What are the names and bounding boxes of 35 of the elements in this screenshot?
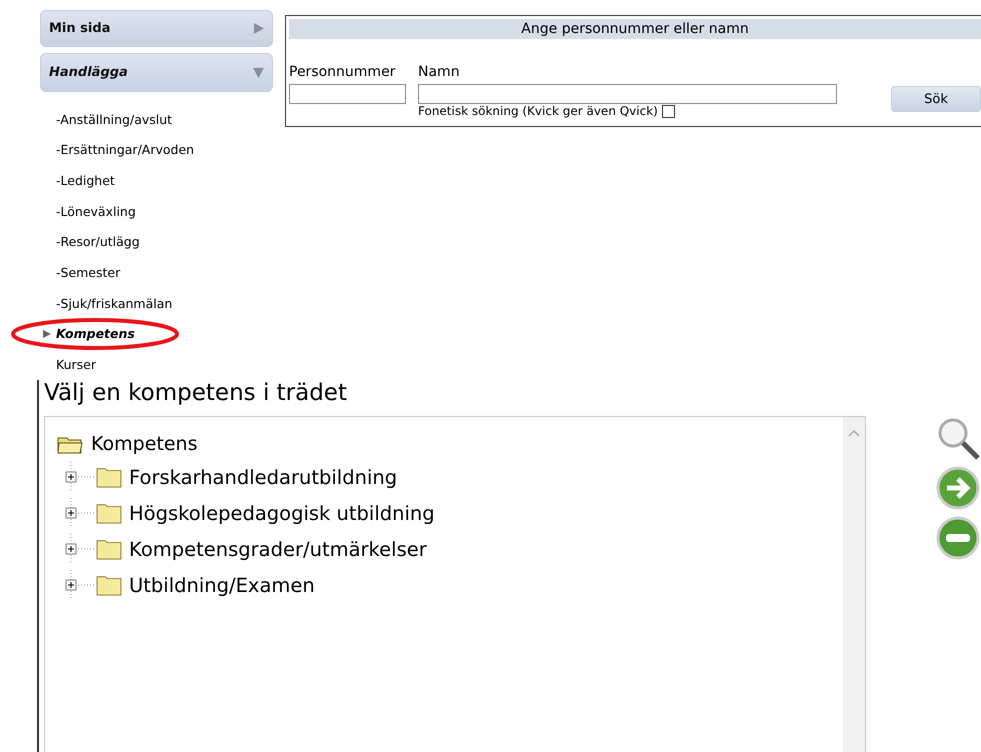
- arrow-right-icon[interactable]: [936, 466, 980, 510]
- tree-node[interactable]: Forskarhandledarutbildning: [129, 466, 398, 488]
- right-triangle-icon: [253, 23, 264, 34]
- menu-item-link[interactable]: -Resor/utlägg: [56, 234, 140, 250]
- tree-node[interactable]: Kompetensgrader/utmärkelser: [129, 538, 427, 560]
- menu-item-link[interactable]: -Sjuk/friskanmälan: [56, 296, 172, 311]
- field-label: Personnummer: [289, 64, 396, 82]
- menu-item-link[interactable]: -Semester: [56, 265, 120, 280]
- menu-item-link[interactable]: -Löneväxling: [56, 204, 136, 219]
- tree-node[interactable]: Utbildning/Examen: [129, 574, 315, 596]
- menu-item-link[interactable]: Kurser: [56, 357, 96, 372]
- tree-heading: Välj en kompetens i trädet: [44, 380, 348, 408]
- checkbox[interactable]: [662, 104, 675, 118]
- tree-node[interactable]: Högskolepedagogisk utbildning: [129, 502, 435, 524]
- right-triangle-icon: [43, 330, 51, 338]
- down-triangle-icon: [253, 66, 264, 78]
- panel-title: Ange personnummer eller namn: [289, 19, 981, 39]
- field-label: Namn: [418, 64, 461, 82]
- menu-item-link[interactable]: -Anställning/avslut: [56, 112, 172, 127]
- menu-item-link[interactable]: -Ledighet: [56, 173, 115, 188]
- menu-item-link[interactable]: -Ersättningar/Arvoden: [56, 142, 194, 158]
- tree-node[interactable]: Kompetens: [91, 433, 198, 455]
- folder-icon: [95, 538, 123, 560]
- input-field[interactable]: [289, 84, 406, 104]
- checkbox-label: Fonetisk sökning (Kvick ger även Qvick): [418, 104, 658, 118]
- menu-section-button[interactable]: Min sida: [40, 10, 273, 48]
- search-icon[interactable]: [936, 416, 980, 460]
- input-field[interactable]: [418, 84, 837, 104]
- search-button[interactable]: Sök: [891, 86, 981, 112]
- scrollbar[interactable]: [843, 417, 865, 752]
- folder-icon: [95, 466, 123, 488]
- folder-icon: [95, 502, 123, 524]
- menu-section-button[interactable]: Handlägga: [40, 53, 273, 92]
- folder-icon: [95, 574, 123, 596]
- minus-icon[interactable]: [936, 516, 980, 560]
